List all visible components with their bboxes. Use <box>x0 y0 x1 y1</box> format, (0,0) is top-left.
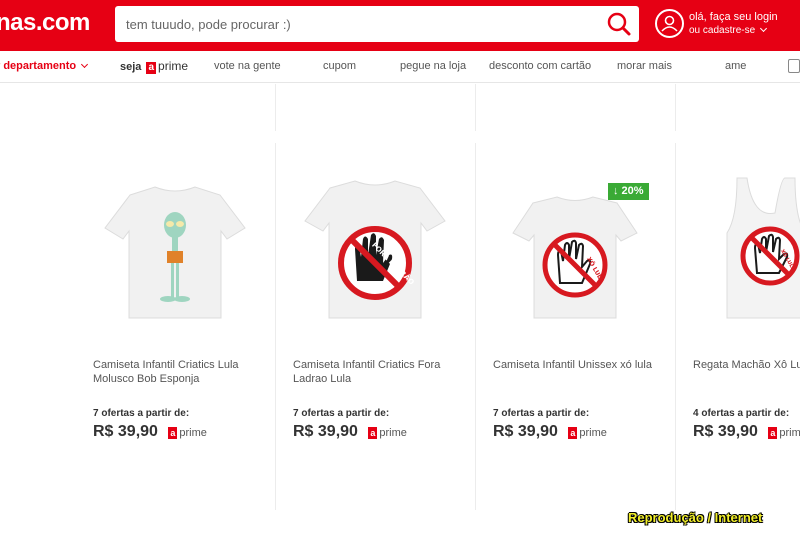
search-box <box>115 6 639 42</box>
grid-divider <box>275 84 276 131</box>
nav-item-vote[interactable]: vote na gente <box>214 60 281 72</box>
product-price: R$ 39,90 <box>493 423 558 440</box>
nav-item-ame[interactable]: ame <box>725 60 746 72</box>
product-card[interactable]: XÔ LULA Regata Machão Xô Lul 4 ofertas a… <box>675 143 800 510</box>
prime-a-badge: a <box>568 427 578 439</box>
product-price: R$ 39,90 <box>293 423 358 440</box>
search-button[interactable] <box>605 11 633 37</box>
prime-label: prime <box>579 427 607 439</box>
grid-divider <box>475 84 476 131</box>
search-input[interactable] <box>115 6 595 42</box>
product-name[interactable]: Camiseta Infantil Criatics Fora Ladrao L… <box>293 358 463 386</box>
image-credit-watermark: Reprodução / Internet <box>628 510 763 525</box>
product-offers: 4 ofertas a partir de: <box>693 408 790 419</box>
nav-item-desconto[interactable]: desconto com cartão <box>489 60 591 72</box>
site-logo[interactable]: nas.com <box>0 9 90 37</box>
prime-a-badge: a <box>146 62 157 74</box>
login-text: olá, faça seu login <box>689 11 778 23</box>
product-name[interactable]: Regata Machão Xô Lul <box>693 358 800 372</box>
prime-a-badge: a <box>368 427 378 439</box>
chevron-down-icon <box>760 24 768 33</box>
prime-a-badge: a <box>768 427 778 439</box>
product-image-fora-ladrao-tshirt[interactable]: FORA LADRÃO <box>275 173 475 333</box>
product-offers: 7 ofertas a partir de: <box>93 408 190 419</box>
nav-item-pegue-na-loja[interactable]: pegue na loja <box>400 60 466 72</box>
nav-departments[interactable]: r departamento <box>0 60 89 72</box>
signup-text: ou cadastre-se <box>689 25 756 36</box>
grid-divider <box>675 84 676 131</box>
prime-label: prime <box>179 427 207 439</box>
product-price: R$ 39,90 <box>693 423 758 440</box>
prime-label: prim <box>779 427 800 439</box>
top-header: nas.com olá, faça seu login ou cadastre-… <box>0 0 800 51</box>
prime-a-badge: a <box>168 427 178 439</box>
product-card[interactable]: FORA LADRÃO Camiseta Infantil Criatics F… <box>275 143 475 510</box>
nav-prime-label: prime <box>158 59 189 73</box>
product-price: R$ 39,90 <box>93 423 158 440</box>
product-offers: 7 ofertas a partir de: <box>493 408 590 419</box>
nav-prime-seja: seja <box>120 61 142 73</box>
login-link[interactable]: olá, faça seu login ou cadastre-se <box>689 10 778 38</box>
category-nav: r departamento seja a prime vote na gente… <box>0 51 800 83</box>
product-name[interactable]: Camiseta Infantil Criatics Lula Molusco … <box>93 358 263 386</box>
product-name[interactable]: Camiseta Infantil Unissex xó lula <box>493 358 663 372</box>
product-image-xo-lula-tank[interactable]: XÔ LULA <box>675 173 800 333</box>
chevron-down-icon <box>81 60 89 69</box>
nav-item-morar-mais[interactable]: morar mais <box>617 60 672 72</box>
product-offers: 7 ofertas a partir de: <box>293 408 390 419</box>
discount-badge: ↓ 20% <box>608 183 649 200</box>
product-image-squidward-tshirt[interactable] <box>75 173 275 333</box>
prime-label: prime <box>379 427 407 439</box>
nav-item-cupom[interactable]: cupom <box>323 60 356 72</box>
cart-icon[interactable] <box>788 59 800 73</box>
user-icon[interactable] <box>655 9 684 38</box>
nav-departments-label: r departamento <box>0 60 77 72</box>
nav-prime[interactable]: seja a prime <box>120 59 188 74</box>
product-card[interactable]: Camiseta Infantil Criatics Lula Molusco … <box>75 143 275 510</box>
search-icon <box>607 12 631 36</box>
